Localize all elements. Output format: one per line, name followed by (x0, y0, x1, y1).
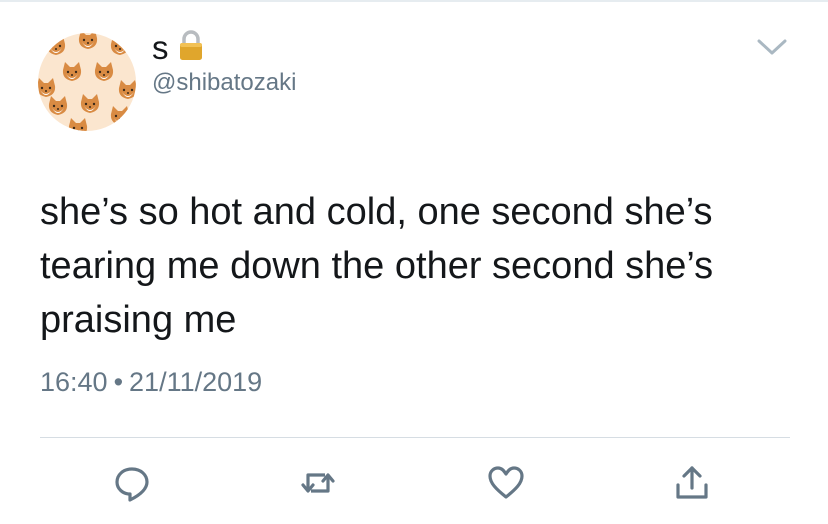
tweet-timestamp[interactable]: 16:40 • 21/11/2019 (40, 366, 262, 398)
top-divider (0, 0, 828, 2)
retweet-icon (301, 473, 335, 493)
actions-divider (40, 437, 790, 438)
avatar[interactable] (38, 33, 136, 131)
shiba-pattern-avatar-icon (38, 33, 136, 131)
retweet-button[interactable] (298, 463, 338, 503)
tweet-text: she’s so hot and cold, one second she’s … (40, 191, 714, 341)
reply-icon (115, 467, 149, 502)
share-icon (676, 466, 708, 499)
chevron-down-icon[interactable] (752, 32, 792, 62)
share-button[interactable] (672, 463, 712, 503)
like-button[interactable] (486, 463, 526, 503)
tweet-date: 21/11/2019 (129, 367, 263, 397)
lock-icon (176, 30, 206, 62)
meta-separator: • (113, 367, 124, 397)
reply-button[interactable] (112, 463, 152, 503)
like-icon (488, 466, 524, 499)
tweet-time: 16:40 (40, 367, 108, 397)
user-handle[interactable]: @shibatozaki (152, 69, 296, 97)
display-name[interactable]: s (152, 30, 169, 66)
